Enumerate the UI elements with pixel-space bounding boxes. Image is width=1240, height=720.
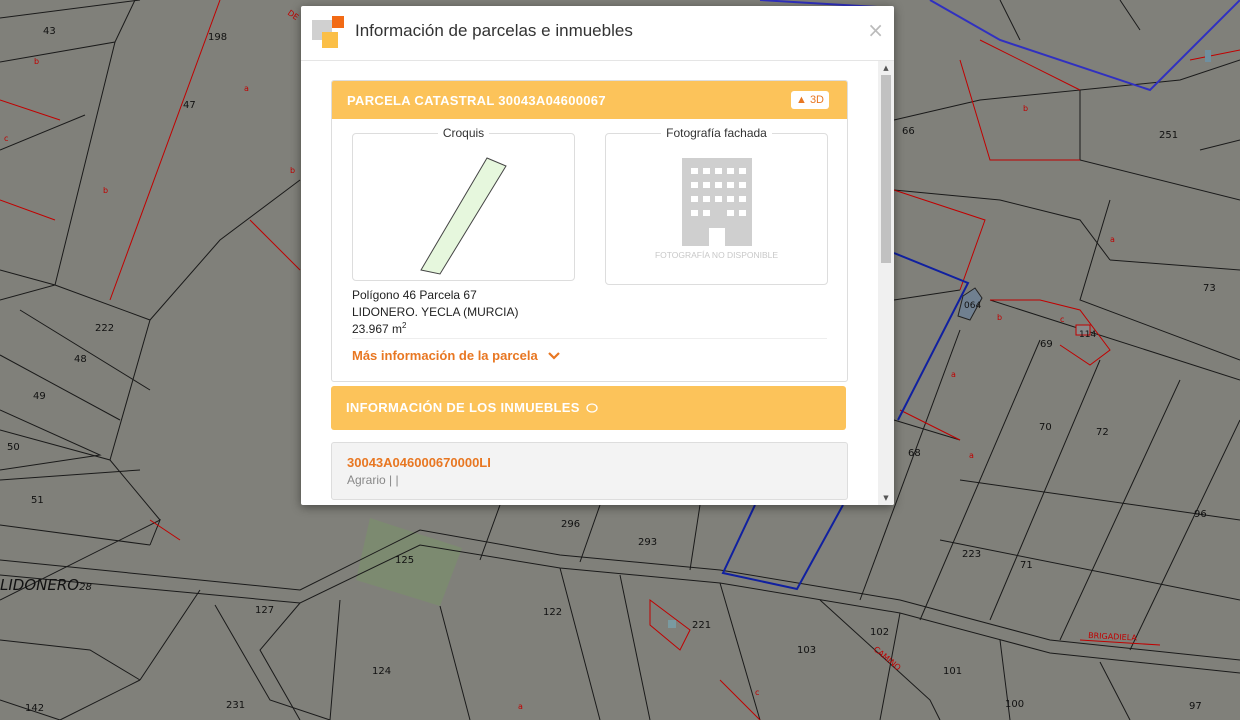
parcel-number: 122	[543, 607, 562, 618]
parcel-location-line: LIDONERO. YECLA (MURCIA)	[352, 305, 519, 319]
parcel-number: 293	[638, 537, 657, 548]
parcel-number: 71	[1020, 560, 1033, 571]
dialog-header: Información de parcelas e inmuebles ×	[301, 6, 894, 61]
close-button[interactable]: ×	[867, 20, 884, 40]
divider	[352, 338, 827, 339]
subparcel-letter: b	[997, 313, 1002, 322]
parcel-number: 72	[1096, 427, 1109, 438]
subparcel-letter: a	[951, 370, 956, 379]
subparcel-letter: a	[518, 702, 523, 711]
parcel-number: 97	[1189, 701, 1202, 712]
sketch-box: Croquis	[352, 126, 575, 281]
scroll-down-arrow-icon[interactable]: ▼	[878, 491, 894, 505]
parcel-number: 064	[964, 301, 981, 311]
parcel-number: 101	[943, 666, 962, 677]
parcel-number: 222	[95, 323, 114, 334]
view-3d-button[interactable]: ▲ 3D	[791, 91, 829, 109]
subparcel-letter: c	[755, 688, 759, 697]
parcel-number: 231	[226, 700, 245, 711]
parcel-number: 43	[43, 26, 56, 37]
parcel-number: 114	[1079, 330, 1096, 340]
subparcel-letter: c	[1060, 315, 1064, 324]
parcel-number: 47	[183, 100, 196, 111]
parcel-number: 223	[962, 549, 981, 560]
parcel-number: 142	[25, 703, 44, 714]
cubes-icon: ▲	[796, 94, 807, 106]
parcel-number: 198	[208, 32, 227, 43]
building-reference[interactable]: 30043A046000670000LI	[347, 455, 491, 470]
parcel-sketch[interactable]	[353, 134, 574, 280]
catastro-logo-icon	[312, 16, 346, 50]
parcel-number: 66	[902, 126, 915, 137]
subparcel-letter: b	[290, 166, 295, 175]
subparcel-letter: a	[244, 84, 249, 93]
parcel-polygon-line: Polígono 46 Parcela 67	[352, 288, 477, 302]
buildings-panel-title-text: INFORMACIÓN DE LOS INMUEBLES	[346, 400, 580, 415]
building-221	[668, 620, 676, 628]
parcel-number: 125	[395, 555, 414, 566]
small-building	[1205, 50, 1211, 62]
parcel-area-unit-exponent: 2	[402, 321, 407, 330]
subparcel-letter: b	[1023, 104, 1028, 113]
parcel-number: 73	[1203, 283, 1216, 294]
comment-icon	[586, 403, 598, 413]
parcel-number: 69	[1040, 339, 1053, 350]
building-list-item[interactable]: 30043A046000670000LI Agrario | |	[331, 442, 848, 500]
parcel-area: 23.967 m2	[352, 321, 407, 336]
scroll-up-arrow-icon[interactable]: ▲	[878, 61, 894, 75]
buildings-panel[interactable]: INFORMACIÓN DE LOS INMUEBLES	[331, 386, 846, 430]
parcel-number: 49	[33, 391, 46, 402]
dialog-body[interactable]: PARCELA CATASTRAL 30043A04600067 ▲ 3D Cro…	[301, 61, 894, 505]
parcel-number: 48	[74, 354, 87, 365]
facade-photo-box: Fotografía fachada FOTOGRAFÍA NO DISPONI…	[605, 126, 828, 285]
parcel-number: 68	[908, 448, 921, 459]
parcel-number: 50	[7, 442, 20, 453]
scroll-thumb[interactable]	[881, 75, 891, 263]
more-parcel-info-link[interactable]: Más información de la parcela	[352, 348, 560, 363]
subparcel-letter: b	[103, 186, 108, 195]
parcel-number: 102	[870, 627, 889, 638]
parcel-panel: PARCELA CATASTRAL 30043A04600067 ▲ 3D Cro…	[331, 80, 848, 382]
view-3d-label: 3D	[809, 94, 824, 106]
dialog-scrollbar[interactable]: ▲ ▼	[878, 61, 894, 505]
building-use: Agrario | |	[347, 473, 399, 487]
subparcel-letter: a	[969, 451, 974, 460]
parcel-number: 221	[692, 620, 711, 631]
parcel-area-value: 23.967 m	[352, 322, 403, 336]
parcel-number: 127	[255, 605, 274, 616]
buildings-panel-title: INFORMACIÓN DE LOS INMUEBLES	[346, 400, 598, 415]
parcel-number: 103	[797, 645, 816, 656]
parcel-number: 70	[1039, 422, 1052, 433]
chevron-down-icon	[547, 352, 560, 360]
dialog-title: Información de parcelas e inmuebles	[355, 21, 633, 40]
parcel-number: 96	[1194, 509, 1207, 520]
subparcel-letter: a	[1110, 235, 1115, 244]
parcel-reference-title: PARCELA CATASTRAL 30043A04600067	[347, 93, 606, 108]
no-photo-text: FOTOGRAFÍA NO DISPONIBLE	[654, 250, 779, 260]
subparcel-letter: c	[4, 134, 8, 143]
parcel-number: 296	[561, 519, 580, 530]
parcel-number: 251	[1159, 130, 1178, 141]
buildings-panel-header: INFORMACIÓN DE LOS INMUEBLES	[331, 386, 846, 430]
parcel-panel-header: PARCELA CATASTRAL 30043A04600067 ▲ 3D	[332, 81, 847, 119]
place-label: LIDONERO28	[0, 576, 92, 594]
parcel-number: 51	[31, 495, 44, 506]
building-placeholder-icon	[682, 158, 752, 246]
subparcel-letter: b	[34, 57, 39, 66]
parcel-info-dialog: Información de parcelas e inmuebles × PA…	[301, 6, 894, 505]
more-parcel-info-label: Más información de la parcela	[352, 348, 538, 363]
parcel-number: 124	[372, 666, 391, 677]
parcel-number: 100	[1005, 699, 1024, 710]
